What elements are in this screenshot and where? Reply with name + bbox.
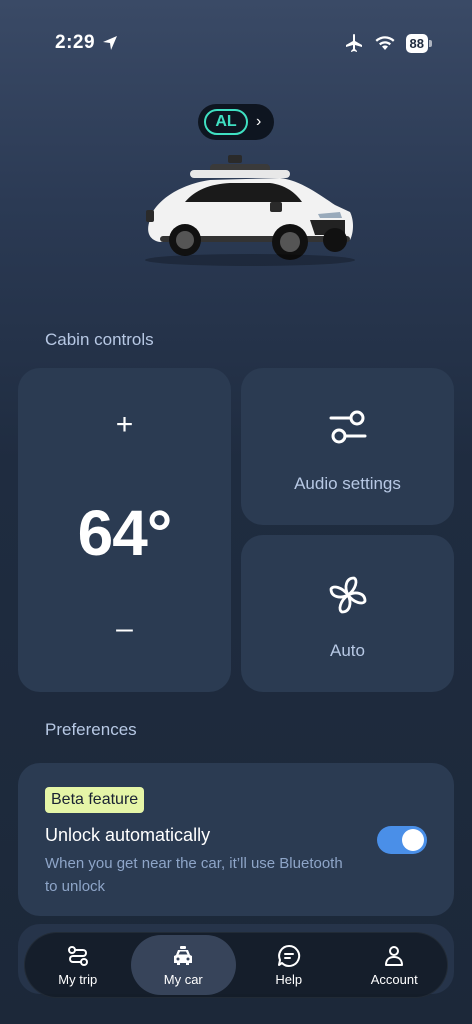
car-illustration: [145, 155, 355, 266]
beta-badge: Beta feature: [45, 787, 145, 813]
unlock-toggle[interactable]: [377, 826, 427, 854]
fan-icon: [329, 576, 366, 614]
cabin-controls-title: Cabin controls: [45, 330, 154, 349]
nav-account[interactable]: Account: [342, 935, 448, 995]
nav-my-trip[interactable]: My trip: [25, 935, 131, 995]
status-bar: 2:29 88: [0, 0, 472, 80]
vehicle-badge[interactable]: AL ›: [198, 104, 274, 140]
wifi-icon: [375, 36, 395, 50]
chat-bubble-icon: [277, 944, 300, 967]
temp-increase-button[interactable]: +: [18, 408, 231, 442]
temp-decrease-button[interactable]: –: [18, 612, 231, 646]
toggle-knob: [402, 829, 424, 851]
fan-mode-label: Auto: [330, 641, 365, 660]
unlock-preference-card: Beta feature Unlock automatically When y…: [18, 763, 454, 916]
status-icons: 88: [344, 33, 432, 53]
unlock-title: Unlock automatically: [45, 825, 211, 845]
unlock-description: When you get near the car, it’ll use Blu…: [45, 855, 343, 895]
preferences-title: Preferences: [45, 720, 137, 739]
nav-label: My trip: [58, 971, 98, 987]
battery-level: 88: [405, 33, 428, 53]
temperature-value: 64°: [77, 497, 173, 569]
status-time: 2:29: [55, 32, 96, 53]
audio-settings-label: Audio settings: [294, 474, 401, 493]
temperature-card: + 64° –: [18, 368, 231, 692]
nav-label: My car: [163, 971, 203, 987]
nav-my-car[interactable]: My car: [130, 935, 236, 995]
vehicle-code: AL: [204, 109, 248, 135]
airplane-icon: [345, 34, 362, 52]
person-icon: [385, 945, 404, 966]
sliders-icon: [329, 410, 366, 444]
nav-label: Help: [275, 971, 303, 987]
location-arrow-icon: [103, 36, 117, 50]
bottom-nav: My trip My car Help Account: [24, 932, 448, 998]
car-icon: [174, 945, 193, 965]
nav-label: Account: [370, 971, 418, 987]
nav-help[interactable]: Help: [236, 935, 342, 995]
fan-card[interactable]: Auto: [241, 535, 454, 692]
audio-settings-card[interactable]: Audio settings: [241, 368, 454, 525]
chevron-right-icon: ›: [256, 113, 262, 130]
battery-indicator: 88: [405, 33, 432, 53]
route-icon: [67, 945, 88, 966]
